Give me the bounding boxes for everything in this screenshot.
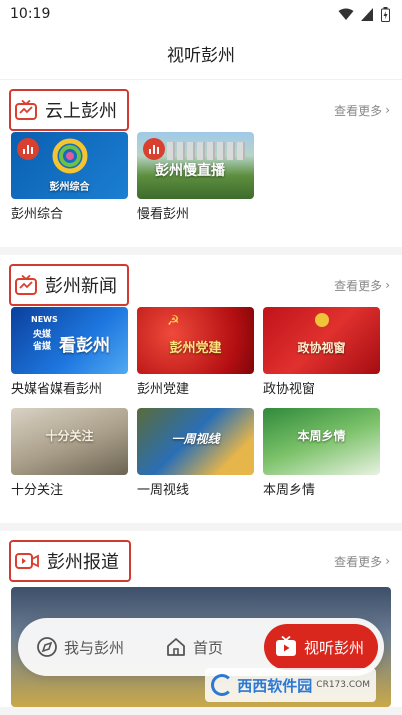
card-label: 一周视线 (137, 483, 190, 498)
view-more-label: 查看更多 (334, 103, 383, 118)
app-header: 视听彭州 (0, 28, 402, 80)
party-emblem-icon: ☭ (167, 313, 180, 329)
program-thumbnail: 十分关注 (11, 408, 128, 475)
tv-play-icon (275, 636, 296, 656)
program-thumbnail: 政协视窗 (263, 307, 380, 374)
page-title: 视听彭州 (167, 46, 235, 66)
view-more-link[interactable]: 查看更多 › (334, 277, 390, 294)
video-grid: 彭州综合 彭州综合 彭州慢直播 慢看彭州 (0, 132, 402, 233)
chevron-right-icon: › (385, 278, 390, 292)
chevron-right-icon: › (385, 554, 390, 568)
section-title: 彭州报道 (47, 552, 119, 573)
site-watermark: 西西软件园 CR173.COM (205, 668, 376, 702)
section-title: 云上彭州 (45, 101, 117, 122)
thumbnail-caption: 看彭州 (59, 336, 110, 356)
program-card-cppcc-window[interactable]: 政协视窗 政协视窗 (263, 307, 380, 400)
watermark-sub: CR173.COM (316, 680, 370, 690)
nav-home[interactable]: 首页 (165, 636, 223, 658)
tv-icon (15, 275, 37, 295)
section-title: 彭州新闻 (45, 276, 117, 297)
home-icon (167, 638, 185, 656)
view-more-label: 查看更多 (334, 554, 383, 569)
card-label: 政协视窗 (263, 382, 316, 397)
section-cloud: 云上彭州 查看更多 › 彭州综合 彭州综合 彭州慢直播 慢看彭州 (0, 80, 402, 247)
status-bar: 10:19 (0, 0, 402, 28)
watermark-text: 西西软件园 (237, 676, 313, 695)
program-thumbnail: ☭ 彭州党建 (137, 307, 254, 374)
program-card-week-view[interactable]: 一周视线 一周视线 (137, 408, 254, 501)
status-time: 10:19 (10, 6, 51, 22)
live-bars-icon (143, 138, 165, 160)
card-label: 央媒省媒看彭州 (11, 382, 103, 397)
status-icons (338, 6, 390, 22)
card-label: 慢看彭州 (137, 207, 190, 222)
section-header: 彭州报道 查看更多 › (0, 539, 402, 583)
nav-label: 首页 (192, 638, 223, 657)
program-card-party-building[interactable]: ☭ 彭州党建 彭州党建 (137, 307, 254, 400)
channel-card-pengzhou-comprehensive[interactable]: 彭州综合 彭州综合 (11, 132, 128, 225)
battery-icon (381, 6, 390, 22)
watermark-logo-icon (211, 674, 234, 696)
program-thumbnail: 本周乡情 (263, 408, 380, 475)
thumbnail-tag-2: 省媒 (33, 342, 52, 352)
thumbnail-caption: 一周视线 (171, 432, 220, 446)
thumbnail-caption: 本周乡情 (297, 429, 346, 443)
wifi-icon (338, 8, 354, 20)
channel-card-slow-view[interactable]: 彭州慢直播 慢看彭州 (137, 132, 254, 225)
card-label: 彭州党建 (137, 382, 190, 397)
nav-label: 视听彭州 (303, 638, 364, 657)
program-thumbnail: 一周视线 (137, 408, 254, 475)
program-thumbnail: NEWS 央媒 省媒 看彭州 (11, 307, 128, 374)
section-news: 彭州新闻 查看更多 › NEWS 央媒 省媒 看彭州 央媒省媒看彭州 ☭ 彭州党… (0, 255, 402, 523)
signal-icon (361, 7, 373, 21)
live-bars-icon (17, 138, 39, 160)
channel-thumbnail: 彭州慢直播 (137, 132, 254, 199)
view-more-link[interactable]: 查看更多 › (334, 553, 390, 570)
section-title-box: 彭州新闻 (9, 264, 129, 306)
thumbnail-caption: 政协视窗 (297, 341, 346, 355)
section-title-box: 彭州报道 (9, 540, 131, 582)
channel-thumbnail: 彭州综合 (11, 132, 128, 199)
thumbnail-news-tag: NEWS (31, 315, 58, 324)
video-grid: NEWS 央媒 省媒 看彭州 央媒省媒看彭州 ☭ 彭州党建 彭州党建 政协视窗 (0, 307, 402, 509)
nav-label: 我与彭州 (64, 638, 125, 657)
section-header: 云上彭州 查看更多 › (0, 88, 402, 132)
view-more-label: 查看更多 (334, 278, 383, 293)
card-label: 本周乡情 (263, 483, 316, 498)
video-camera-icon (15, 553, 39, 569)
nav-audio-visual[interactable]: 视听彭州 (263, 624, 378, 670)
thumbnail-caption: 十分关注 (45, 429, 94, 443)
emblem-icon (315, 313, 329, 327)
nav-me-and-pengzhou[interactable]: 我与彭州 (36, 636, 124, 658)
program-card-local-affection[interactable]: 本周乡情 本周乡情 (263, 408, 380, 501)
card-label: 十分关注 (11, 483, 64, 498)
thumbnail-caption: 彭州党建 (169, 341, 222, 356)
thumbnail-caption: 彭州慢直播 (155, 163, 225, 179)
thumbnail-caption: 彭州综合 (49, 182, 90, 193)
tv-icon (15, 100, 37, 120)
swirl-logo-icon (52, 138, 88, 174)
card-label: 彭州综合 (11, 207, 64, 222)
program-card-media-view[interactable]: NEWS 央媒 省媒 看彭州 央媒省媒看彭州 (11, 307, 128, 400)
view-more-link[interactable]: 查看更多 › (334, 102, 390, 119)
compass-edit-icon (37, 637, 57, 657)
city-skyline (167, 142, 247, 160)
section-title-box: 云上彭州 (9, 89, 129, 131)
program-card-ten-focus[interactable]: 十分关注 十分关注 (11, 408, 128, 501)
chevron-right-icon: › (385, 103, 390, 117)
section-header: 彭州新闻 查看更多 › (0, 263, 402, 307)
